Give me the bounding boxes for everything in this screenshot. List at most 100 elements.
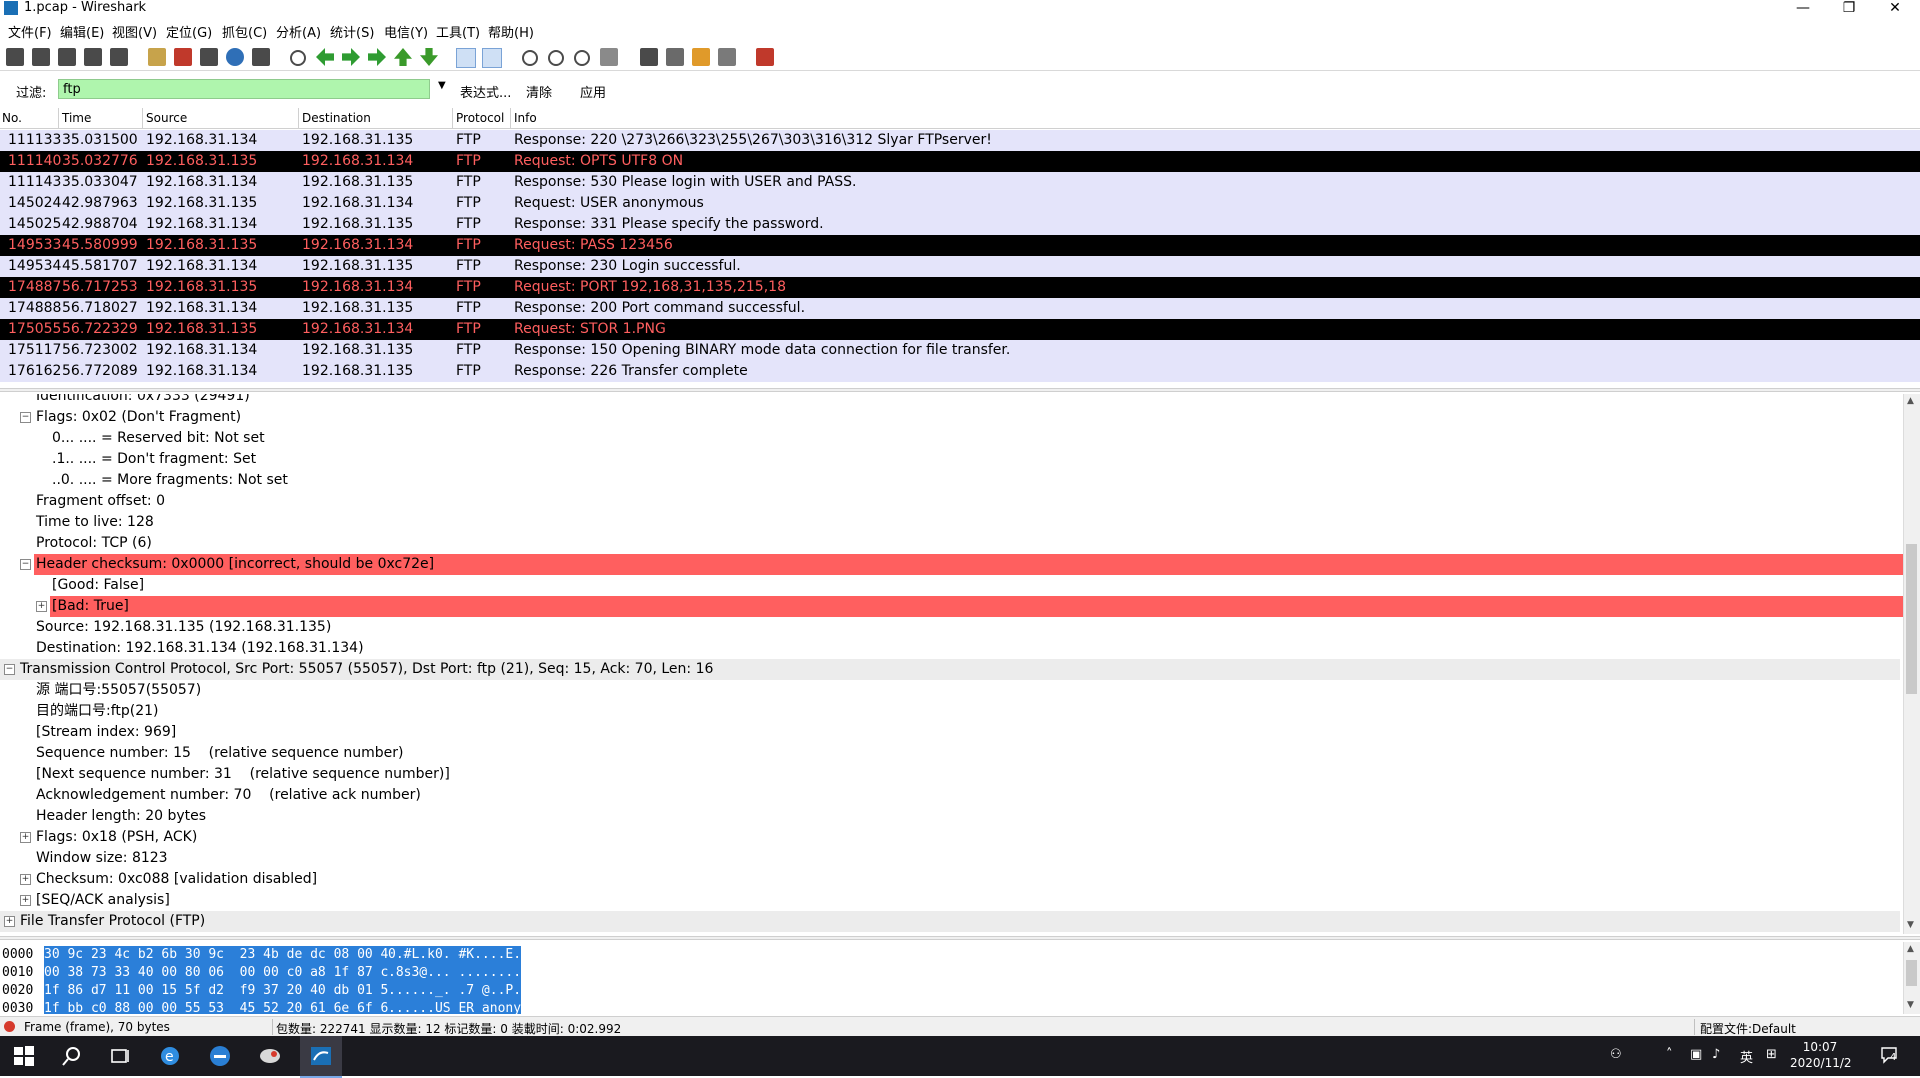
save-file-icon[interactable] [174,48,192,66]
bytes-scrollbar[interactable]: ▲ ▼ [1903,942,1920,1014]
packet-row[interactable]: 111133 35.031500 192.168.31.134 192.168.31.… [0,130,1920,151]
expand-icon[interactable]: + [20,874,31,885]
detail-row[interactable]: Sequence number: 15 (relative sequence n… [0,743,1900,764]
column-destination[interactable]: Destination [302,111,371,125]
expand-icon[interactable]: + [4,916,15,927]
resize-columns-icon[interactable] [600,48,618,66]
column-info[interactable]: Info [514,111,537,125]
detail-row[interactable]: .1.. .... = Don't fragment: Set [0,449,1900,470]
detail-row[interactable]: Header length: 20 bytes [0,806,1900,827]
close-file-icon[interactable] [200,48,218,66]
people-icon[interactable]: ⚇ [1610,1047,1622,1062]
pane-splitter[interactable] [0,388,1920,392]
input-language-indicator[interactable]: 英 [1740,1047,1753,1066]
bytes-scroll-down-icon[interactable]: ▼ [1907,1000,1914,1010]
open-file-icon[interactable] [148,48,166,66]
collapse-icon[interactable]: − [20,559,31,570]
last-packet-icon[interactable] [420,48,438,66]
detail-row[interactable]: Identification: 0x7333 (29491) [0,394,1900,407]
column-protocol[interactable]: Protocol [456,111,504,125]
detail-row[interactable]: Acknowledgement number: 70 (relative ack… [0,785,1900,806]
capture-filters-icon[interactable] [640,48,658,66]
menu-help[interactable]: 帮助(H) [488,22,534,41]
colorize-icon[interactable] [456,48,476,68]
go-forward-icon[interactable] [342,48,360,66]
restore-button[interactable]: ❐ [1826,0,1872,18]
windows-start-icon[interactable] [12,1044,36,1068]
display-filters-icon[interactable] [666,48,684,66]
auto-scroll-icon[interactable] [482,48,502,68]
detail-row[interactable]: + Checksum: 0xc088 [validation disabled] [0,869,1900,890]
menu-statistics[interactable]: 统计(S) [330,22,374,41]
detail-row[interactable]: + Flags: 0x18 (PSH, ACK) [0,827,1900,848]
restart-capture-icon[interactable] [110,48,128,66]
show-hidden-icons-icon[interactable]: ˄ [1666,1047,1673,1062]
menu-edit[interactable]: 编辑(E) [60,22,104,41]
expand-icon[interactable]: + [20,832,31,843]
detail-row[interactable]: [Stream index: 969] [0,722,1900,743]
zoom-in-icon[interactable] [522,50,538,66]
stop-capture-icon[interactable] [84,48,102,66]
close-button[interactable]: ✕ [1872,0,1918,18]
packet-row[interactable]: 149534 45.581707 192.168.31.134 192.168.31.… [0,256,1920,277]
menu-analyze[interactable]: 分析(A) [276,22,321,41]
expand-icon[interactable]: + [36,601,47,612]
find-packet-icon[interactable] [290,50,306,66]
column-source[interactable]: Source [146,111,187,125]
column-time[interactable]: Time [62,111,91,125]
ie-browser-icon[interactable]: e [158,1044,182,1068]
packet-row[interactable]: 175117 56.723002 192.168.31.134 192.168.31.… [0,340,1920,361]
menu-file[interactable]: 文件(F) [8,22,52,41]
go-back-icon[interactable] [316,48,334,66]
detail-row[interactable]: [Good: False] [0,575,1900,596]
packet-row[interactable]: 145025 42.988704 192.168.31.134 192.168.31.… [0,214,1920,235]
first-packet-icon[interactable] [394,48,412,66]
clear-filter-button[interactable]: 清除 [526,82,552,101]
normal-size-icon[interactable] [574,50,590,66]
volume-icon[interactable]: ♪ [1712,1047,1720,1062]
preferences-icon[interactable] [718,48,736,66]
detail-row[interactable]: + [Bad: True] [36,596,1904,617]
bytes-scroll-up-icon[interactable]: ▲ [1907,944,1914,954]
minimize-button[interactable]: — [1780,0,1826,18]
filter-dropdown-icon[interactable]: ▼ [438,80,446,91]
packet-row[interactable]: 111143 35.033047 192.168.31.134 192.168.31.… [0,172,1920,193]
menu-tools[interactable]: 工具(T) [436,22,480,41]
detail-row[interactable]: − Header checksum: 0x0000 [incorrect, sho… [20,554,1904,575]
packet-row[interactable]: 145024 42.987963 192.168.31.135 192.168.31.… [0,193,1920,214]
search-icon[interactable] [60,1044,84,1068]
packet-row[interactable]: 175055 56.722329 192.168.31.135 192.168.31.… [0,319,1920,340]
collapse-icon[interactable]: − [4,664,15,675]
detail-row[interactable]: Window size: 8123 [0,848,1900,869]
zoom-out-icon[interactable] [548,50,564,66]
packet-row[interactable]: 174887 56.717253 192.168.31.135 192.168.31.… [0,277,1920,298]
expand-icon[interactable]: + [20,895,31,906]
details-scroll-thumb[interactable] [1906,544,1917,694]
detail-row[interactable]: Destination: 192.168.31.134 (192.168.31.… [0,638,1900,659]
detail-row[interactable]: Protocol: TCP (6) [0,533,1900,554]
packet-row[interactable]: 111140 35.032776 192.168.31.135 192.168.31.… [0,151,1920,172]
display-filter-input[interactable] [58,79,430,99]
detail-row[interactable]: 源 端口号:55057(55057) [0,680,1900,701]
menu-capture[interactable]: 抓包(C) [222,22,267,41]
network-icon[interactable]: ▣ [1690,1047,1702,1062]
apply-filter-button[interactable]: 应用 [580,82,606,101]
packet-row[interactable]: 149533 45.580999 192.168.31.135 192.168.31.… [0,235,1920,256]
help-icon[interactable] [756,48,774,66]
detail-row[interactable]: − Transmission Control Protocol, Src Port… [0,659,1900,680]
detail-row[interactable]: Time to live: 128 [0,512,1900,533]
app-tray-icon[interactable] [258,1044,282,1068]
edge-browser-icon[interactable] [208,1044,232,1068]
column-no[interactable]: No. [2,111,22,125]
action-center-icon[interactable]: 4 [1880,1046,1900,1064]
detail-row[interactable]: ..0. .... = More fragments: Not set [0,470,1900,491]
detail-row[interactable]: [Next sequence number: 31 (relative sequ… [0,764,1900,785]
menu-go[interactable]: 定位(G) [166,22,212,41]
task-view-icon[interactable] [108,1044,132,1068]
expression-button[interactable]: 表达式... [460,82,511,101]
packet-row[interactable]: 174888 56.718027 192.168.31.134 192.168.31.… [0,298,1920,319]
bytes-scroll-thumb[interactable] [1906,960,1917,986]
scroll-down-icon[interactable]: ▼ [1907,920,1914,930]
detail-row[interactable]: Source: 192.168.31.135 (192.168.31.135) [0,617,1900,638]
menu-view[interactable]: 视图(V) [112,22,157,41]
